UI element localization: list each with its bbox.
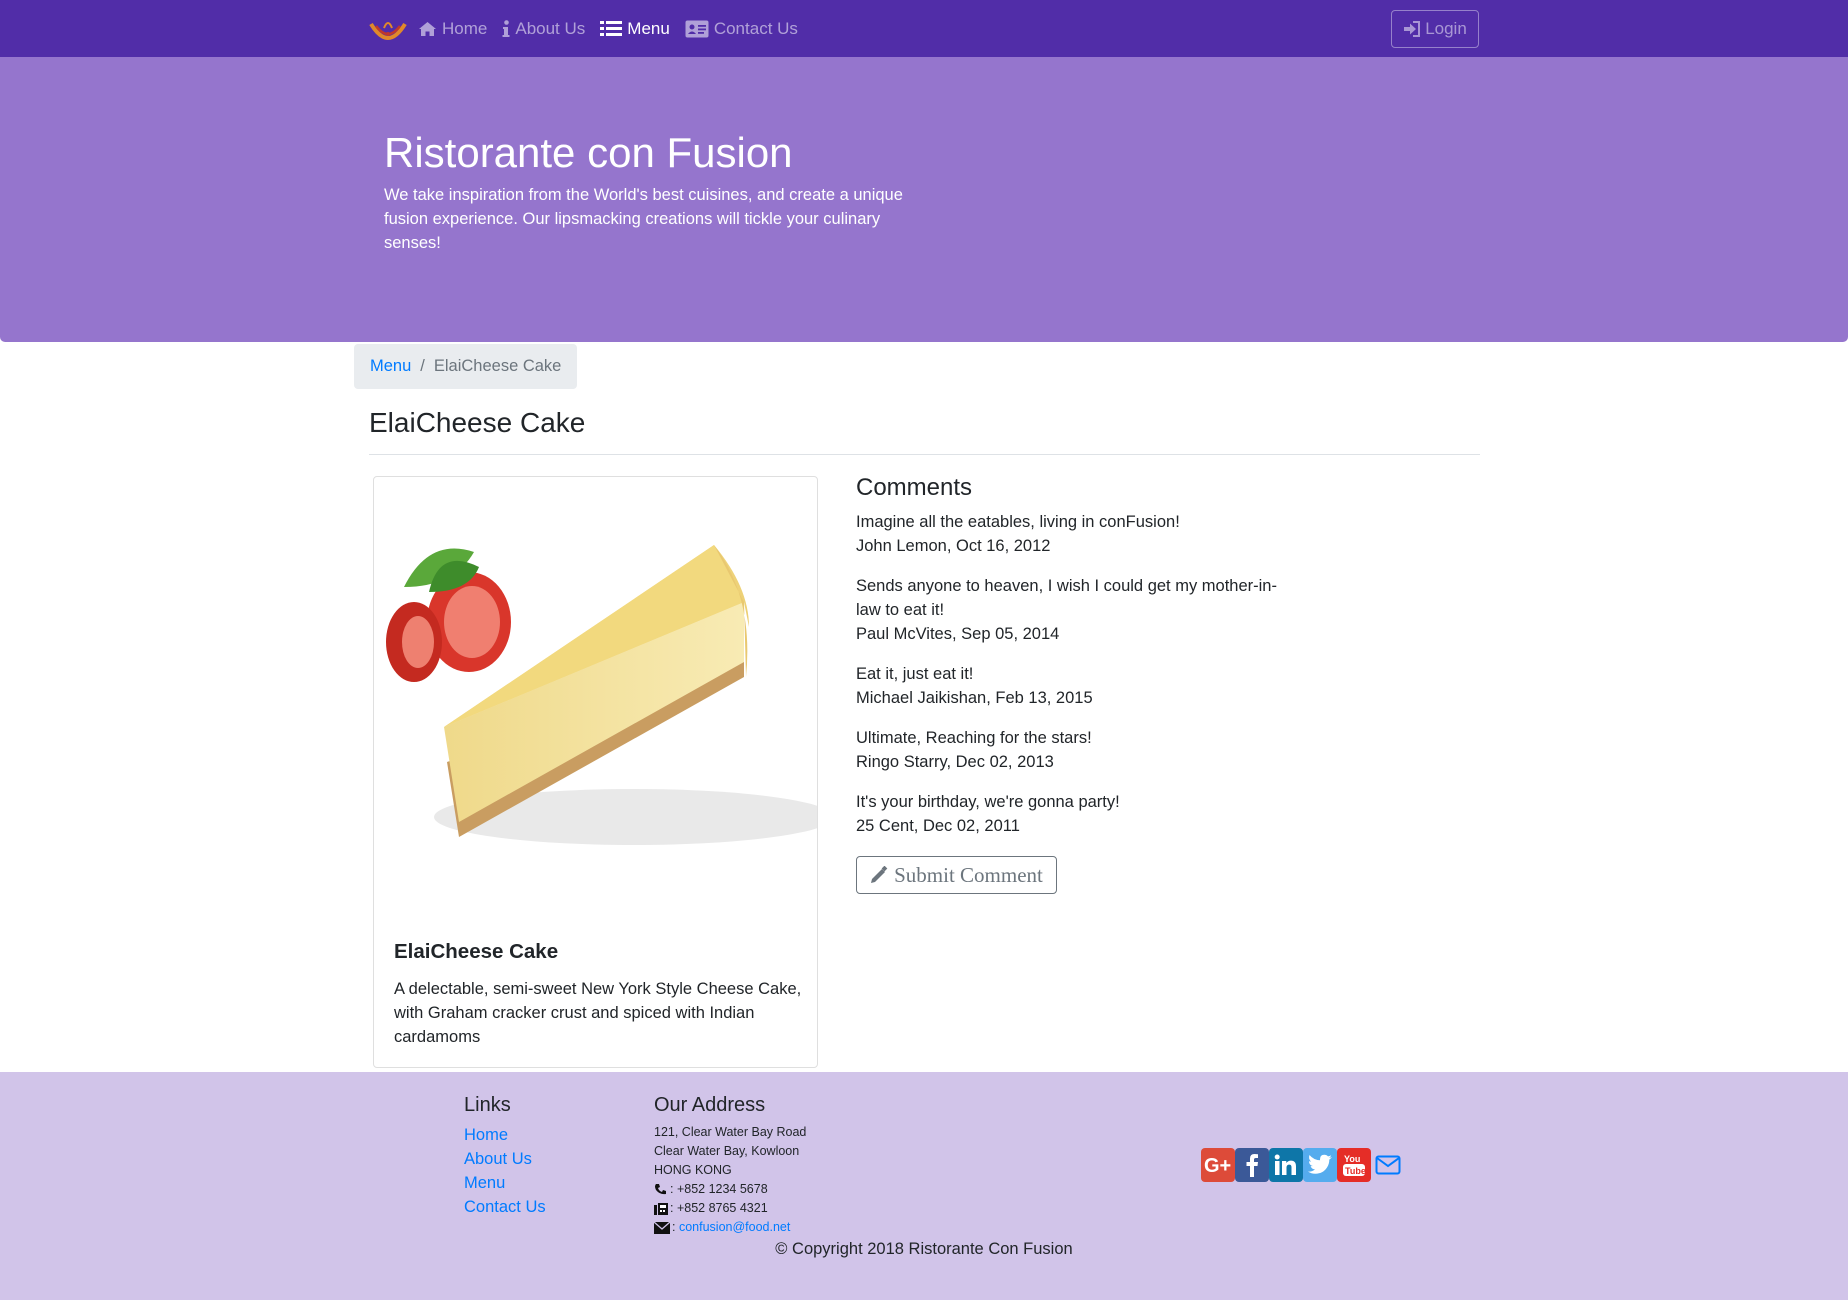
nav-contact-label: Contact Us [713,18,798,38]
nav-menu-label: Menu [627,18,670,38]
fax-icon [654,1202,668,1215]
jumbotron: Ristorante con Fusion We take inspiratio… [0,57,1848,342]
submit-comment-button[interactable]: Submit Comment [856,856,1057,894]
comment-text: Imagine all the eatables, living in conF… [856,513,1180,531]
nav-home[interactable]: Home [418,19,487,39]
breadcrumb-current: ElaiCheese Cake [433,357,562,375]
facebook-icon[interactable] [1235,1148,1269,1182]
comment-text: Ultimate, Reaching for the stars! [856,729,1092,747]
footer-link-contact[interactable]: Contact Us [464,1195,546,1219]
comment-text: Sends anyone to heaven, I wish I could g… [856,577,1277,619]
breadcrumb: Menu / ElaiCheese Cake [354,344,578,389]
address-card-icon [685,20,709,38]
comment-author-date: Ringo Starry, Dec 02, 2013 [856,753,1054,771]
page-title: ElaiCheese Cake [369,407,586,438]
comment-item: Sends anyone to heaven, I wish I could g… [856,574,1296,646]
svg-text:You: You [1344,1154,1360,1164]
comment-item: It's your birthday, we're gonna party! 2… [856,790,1296,838]
youtube-icon[interactable]: You Tube [1337,1148,1371,1182]
nav-about-label: About Us [515,18,586,38]
fax-line: : +852 8765 4321 [654,1199,806,1218]
comments-section: Comments Imagine all the eatables, livin… [856,474,1296,854]
phone-line: : +852 1234 5678 [654,1180,806,1199]
twitter-icon[interactable] [1303,1148,1337,1182]
login-button[interactable]: Login [1391,10,1479,48]
comment-text: It's your birthday, we're gonna party! [856,793,1120,811]
address-line: HONG KONG [654,1163,732,1177]
email-line: : confusion@food.net [654,1218,806,1237]
svg-text:Tube: Tube [1345,1166,1366,1176]
dish-name: ElaiCheese Cake [394,940,559,963]
envelope-icon [654,1221,670,1234]
dish-card: ElaiCheese Cake A delectable, semi-sweet… [373,476,818,1068]
breadcrumb-separator: / [420,357,425,375]
comment-author-date: John Lemon, Oct 16, 2012 [856,537,1051,555]
nav-contact[interactable]: Contact Us [685,19,798,39]
comment-author-date: Paul McVites, Sep 05, 2014 [856,625,1060,643]
pencil-icon [871,866,888,883]
email-prefix: : [672,1220,676,1234]
footer-address: Our Address 121, Clear Water Bay Road Cl… [654,1094,806,1237]
restaurant-logo[interactable] [368,12,408,46]
comment-item: Ultimate, Reaching for the stars! Ringo … [856,726,1296,774]
nav-menu[interactable]: Menu [600,19,670,39]
linkedin-icon[interactable] [1269,1148,1303,1182]
login-label: Login [1425,19,1467,38]
comments-heading: Comments [856,474,973,501]
footer-links: Links Home About Us Menu Contact Us [464,1094,546,1219]
submit-comment-label: Submit Comment [894,862,1043,887]
address-line: 121, Clear Water Bay Road [654,1125,807,1139]
comment-author-date: 25 Cent, Dec 02, 2011 [856,817,1020,835]
comment-author-date: Michael Jaikishan, Feb 13, 2015 [856,689,1093,707]
sign-in-icon [1404,21,1421,37]
dish-image [374,477,817,920]
footer-links-heading: Links [464,1094,511,1116]
footer-address-heading: Our Address [654,1094,766,1116]
envelope-icon[interactable] [1371,1148,1405,1182]
footer-link-home[interactable]: Home [464,1123,546,1147]
home-icon [418,21,437,37]
nav-home-label: Home [442,18,488,38]
dish-description: A delectable, semi-sweet New York Style … [394,980,802,1046]
comment-item: Imagine all the eatables, living in conF… [856,510,1296,558]
info-icon [502,19,510,38]
restaurant-tagline: We take inspiration from the World's bes… [384,186,903,252]
nav-about[interactable]: About Us [502,19,585,39]
svg-text:G+: G+ [1204,1155,1231,1176]
email-link[interactable]: confusion@food.net [679,1218,790,1237]
divider [369,454,1480,455]
google-plus-icon[interactable]: G+ [1201,1148,1235,1182]
breadcrumb-menu-link[interactable]: Menu [370,357,411,376]
comment-text: Eat it, just eat it! [856,665,974,683]
restaurant-title: Ristorante con Fusion [384,129,793,176]
address-line: Clear Water Bay, Kowloon [654,1144,800,1158]
copyright: © Copyright 2018 Ristorante Con Fusion [775,1240,1073,1258]
phone-icon [655,1184,666,1195]
social-links: G+ You Tube [1201,1148,1405,1182]
footer-link-menu[interactable]: Menu [464,1171,546,1195]
footer: Links Home About Us Menu Contact Us Our … [0,1072,1848,1300]
phone-number: : +852 1234 5678 [670,1182,768,1196]
footer-link-about[interactable]: About Us [464,1147,546,1171]
comment-item: Eat it, just eat it! Michael Jaikishan, … [856,662,1296,710]
list-icon [600,20,623,37]
fax-number: : +852 8765 4321 [670,1201,768,1215]
navbar: Home About Us Menu Contact Us Login [0,0,1848,57]
